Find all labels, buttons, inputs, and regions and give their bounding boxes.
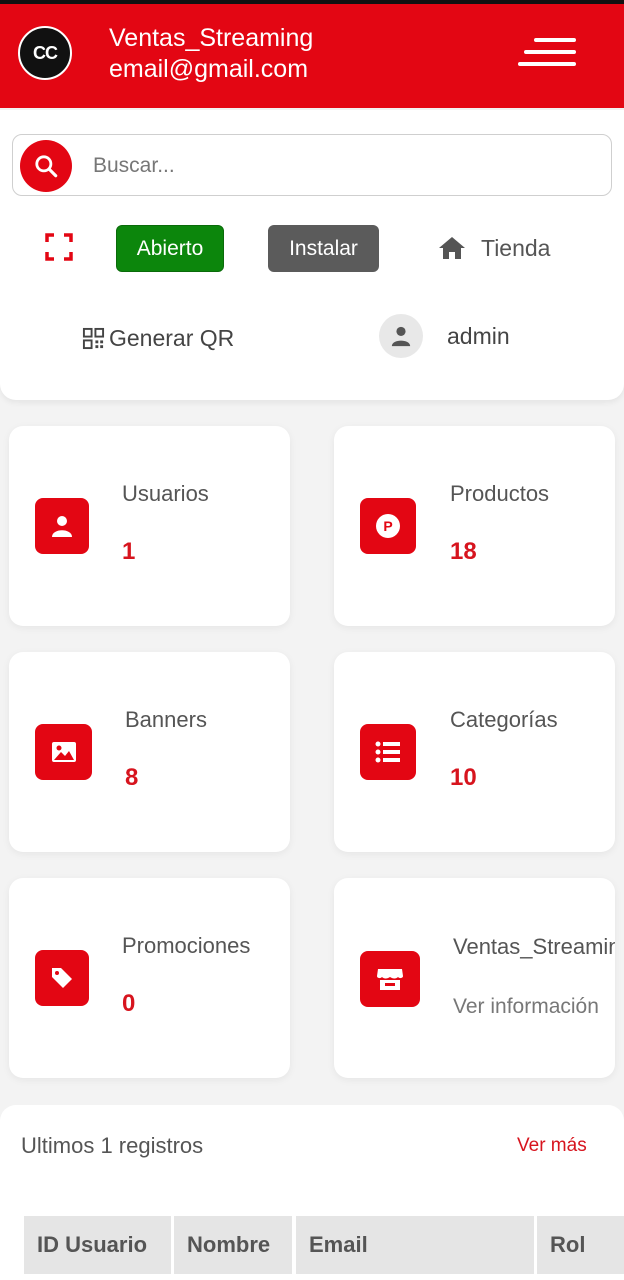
stat-value: 8 [125,764,139,791]
stat-title: Categorías [450,707,558,732]
stat-title: Productos [450,481,550,506]
avatar [379,314,423,358]
stat-card-banners[interactable]: Banners 8 [9,652,290,852]
table-header-email: Email [296,1216,534,1274]
stat-card-products[interactable]: P Productos 18 [334,426,615,626]
store-status-button[interactable]: Abierto [116,225,224,272]
install-button[interactable]: Instalar [268,225,379,272]
stat-title: Banners [125,707,207,732]
table-header-name: Nombre [174,1216,292,1274]
store-icon [360,951,420,1007]
search-input[interactable] [91,143,595,189]
search-button[interactable] [20,140,72,192]
stat-card-promotions[interactable]: Promociones 0 [9,878,290,1078]
app-header: CC Ventas_Streaming email@gmail.com [0,0,624,108]
menu-icon[interactable] [518,32,580,72]
brand-name: Ventas_Streaming [109,24,314,52]
brand-logo: CC [18,26,72,80]
user-icon [35,498,89,554]
shop-link[interactable]: Tienda [437,230,550,266]
recent-records-panel: Ultimos 1 registros Ver más ID Usuario N… [0,1105,624,1280]
search-bar [12,134,612,196]
stat-title: Ventas_Streaming [453,934,615,959]
stat-value: 1 [122,538,136,565]
table-header-role: Rol [537,1216,624,1274]
view-more-link[interactable]: Ver más [517,1135,587,1157]
stat-card-users[interactable]: Usuarios 1 [9,426,290,626]
product-p-icon: P [360,498,416,554]
tag-icon [35,950,89,1006]
fullscreen-icon[interactable] [44,232,74,262]
user-name: admin [447,322,510,349]
qr-code-icon [82,327,105,349]
stat-card-store[interactable]: Ventas_Streaming Ver información [334,878,615,1078]
list-icon [360,724,416,780]
shop-link-label: Tienda [481,234,551,261]
stat-value: 10 [450,764,477,791]
table-header-id: ID Usuario [24,1216,171,1274]
records-title: Ultimos 1 registros [21,1133,204,1158]
user-profile[interactable]: admin [379,313,510,359]
user-avatar-icon [391,326,411,347]
generate-qr-label: Generar QR [109,324,235,351]
stat-value: 0 [122,990,136,1017]
toolbar-card: Abierto Instalar Tienda Generar QR admin [0,110,624,400]
stat-title: Usuarios [122,481,209,506]
home-icon [439,237,465,259]
brand-email: email@gmail.com [109,55,309,83]
search-icon [35,155,58,178]
generate-qr-link[interactable]: Generar QR [82,320,234,356]
logo-text: CC [33,42,58,63]
view-info-link[interactable]: Ver información [453,995,599,1019]
stat-value: 18 [450,538,477,565]
stat-card-categories[interactable]: Categorías 10 [334,652,615,852]
svg-text:P: P [383,518,392,534]
image-icon [35,724,92,780]
stat-title: Promociones [122,933,251,958]
